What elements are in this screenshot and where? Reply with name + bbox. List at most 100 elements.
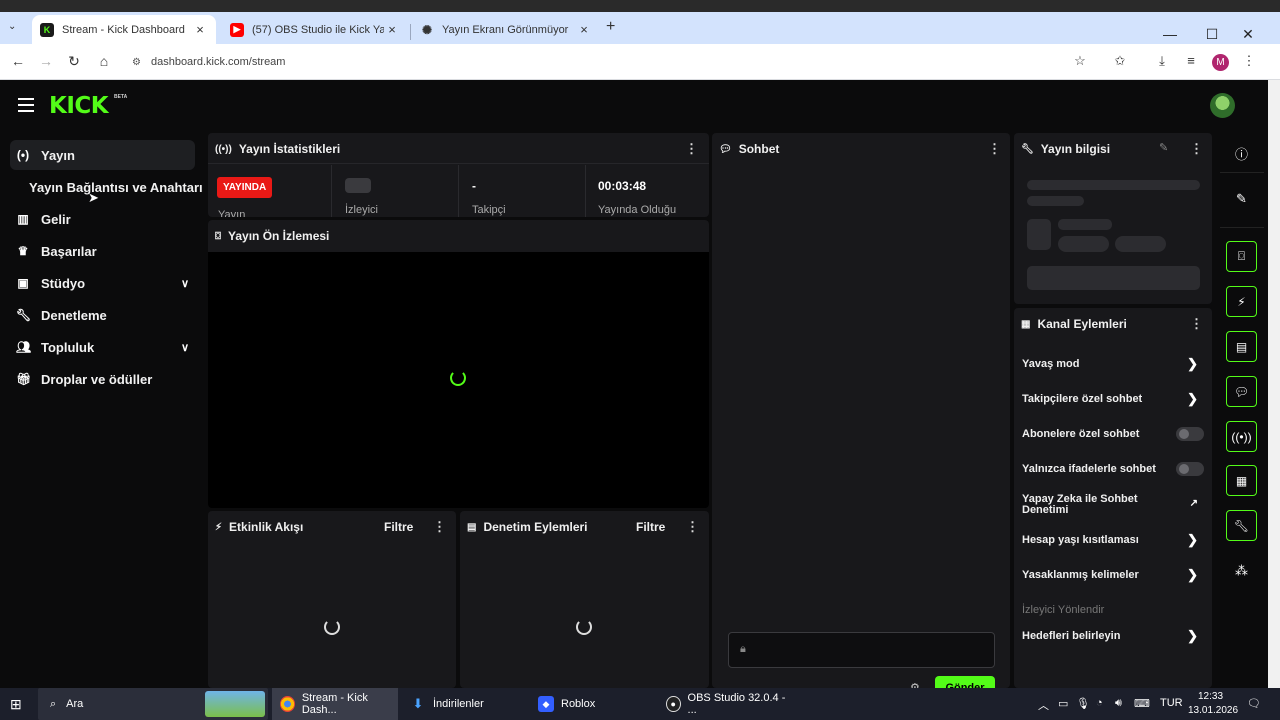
more-options-icon[interactable]: ⋮ [686,519,699,535]
tab-chatgpt[interactable]: ✺ Yayın Ekranı Görünmüyor × [412,15,600,44]
taskbar-app-roblox[interactable]: ◆ Roblox [530,688,656,720]
chat-settings-icon[interactable]: ⚙ [910,681,920,688]
reload-icon[interactable]: ↻ [64,53,84,71]
kick-logo[interactable]: KICK [49,93,109,119]
action-followers-only[interactable]: Takipçilere özel sohbet ❯ [1014,388,1212,410]
keyboard-icon[interactable]: ⌨ [1134,697,1150,710]
media-control-icon[interactable]: ≡ [1182,53,1200,71]
moderation-filter-button[interactable]: Filtre [636,520,665,534]
external-link-icon: ↗ [1189,498,1198,509]
chat-input[interactable]: 🔒︎ [728,632,995,668]
action-ai-moderation[interactable]: Yapay Zeka ile Sohbet Denetimi ↗ [1014,493,1212,521]
stream-info-panel: 🔧︎ Yayın bilgisi ✎ ⋮ [1014,133,1212,304]
action-slow-mode[interactable]: Yavaş mod ❯ [1014,353,1212,375]
chevron-down-icon[interactable]: ∨ [181,341,189,354]
stream-stats-header: ((•)) Yayın İstatistikleri [215,142,340,156]
taskbar-app-downloads[interactable]: ⬇ İndirilenler [402,688,528,720]
hamburger-menu-icon[interactable] [18,98,34,112]
volume-icon[interactable]: 🔊︎ [1115,697,1122,710]
panel-title: Yayın Ön İzlemesi [228,229,330,243]
action-raid-viewers: İzleyici Yönlendir [1014,599,1212,621]
more-options-icon[interactable]: ⋮ [1190,141,1203,157]
document-icon[interactable]: ▤ [1226,331,1257,362]
address-bar[interactable]: ⚙ dashboard.kick.com/stream [126,48,1126,76]
tab-kick-dashboard[interactable]: K Stream - Kick Dashboard × [32,15,216,44]
panel-title: Sohbet [738,142,780,156]
subscribers-only-toggle[interactable] [1176,427,1204,441]
close-tab-icon[interactable]: × [384,22,400,37]
action-label: Yasaklanmış kelimeler [1022,569,1139,581]
new-tab-button[interactable]: + [606,18,615,36]
sidebar-item-studio[interactable]: ▣ Stüdyo ∨ [10,268,195,298]
tab-youtube[interactable]: ▶ (57) OBS Studio ile Kick Yayını N × [222,15,408,44]
bubbles-icon[interactable]: ⁂ [1226,555,1257,586]
battery-icon[interactable]: ▭ [1058,697,1068,710]
windows-start-icon[interactable]: ⊞ [10,688,22,720]
browser-menu-icon[interactable]: ⋮ [1240,53,1258,71]
profile-avatar[interactable]: M [1212,54,1229,71]
action-set-goals[interactable]: Hedefleri belirleyin ❯ [1014,625,1212,647]
info-icon[interactable]: ⓘ [1226,138,1257,169]
stream-info-header: 🔧︎ Yayın bilgisi [1021,142,1110,156]
forward-icon[interactable]: → [36,53,56,71]
clock-date[interactable]: 13.01.2026 [1188,705,1238,716]
broadcast-icon[interactable]: ((•)) [1226,421,1257,452]
more-options-icon[interactable]: ⋮ [685,141,698,157]
input-language[interactable]: TUR [1160,697,1183,709]
activity-filter-button[interactable]: Filtre [384,520,413,534]
favorites-icon[interactable]: ✩ [1111,53,1129,71]
chevron-down-icon[interactable]: ∨ [181,277,189,290]
notifications-icon[interactable]: 🗨︎ [1247,697,1261,710]
taskbar-app-chrome[interactable]: Stream - Kick Dash... [272,688,398,720]
more-options-icon[interactable]: ⋮ [988,141,1001,157]
back-icon[interactable]: ← [8,53,28,71]
sidebar-item-label: Topluluk [41,339,95,355]
site-settings-icon[interactable]: ⚙ [132,57,141,68]
lightning-icon[interactable]: ⚡︎ [1226,286,1257,317]
more-options-icon[interactable]: ⋮ [433,519,446,535]
clock-time[interactable]: 12:33 [1198,691,1223,702]
tab-title: Stream - Kick Dashboard [62,23,185,36]
microphone-icon[interactable]: 🎙︎ [1076,697,1090,710]
close-tab-icon[interactable]: × [192,22,208,37]
maximize-icon[interactable]: ☐ [1198,26,1226,43]
home-icon[interactable]: ⌂ [94,53,114,71]
close-window-icon[interactable]: ✕ [1234,26,1262,43]
community-icon: 👥︎ [16,340,32,354]
chat-header: 💬︎ Sohbet [719,142,779,156]
edit-pencil-icon[interactable]: ✎ [1159,141,1168,154]
action-banned-words[interactable]: Yasaklanmış kelimeler ❯ [1014,564,1212,586]
channel-actions-panel: ▦ Kanal Eylemleri ⋮ Yavaş mod ❯ Takipçil… [1014,308,1212,688]
chevron-right-icon: ❯ [1187,567,1198,582]
stream-preview-panel: ⌼ Yayın Ön İzlemesi [208,220,709,508]
send-button[interactable]: Gönder [935,676,995,688]
preview-toggle-icon[interactable]: ⌼ [1226,241,1257,272]
channel-icon[interactable]: ▦ [1226,465,1257,496]
sidebar-item-revenue[interactable]: ▥ Gelir [10,204,195,234]
network-icon[interactable]: ◔ [1096,697,1103,709]
sidebar-item-achievements[interactable]: ♛ Başarılar [10,236,195,266]
minimize-icon[interactable]: — [1156,26,1184,42]
download-icon[interactable]: ⤓ [1153,53,1171,71]
tray-overflow-icon[interactable]: ︿ [1038,697,1049,713]
page-scrollbar[interactable] [1268,80,1280,688]
taskbar-search[interactable]: ⌕ Ara [38,688,268,720]
action-account-age[interactable]: Hesap yaşı kısıtlaması ❯ [1014,529,1212,551]
bookmark-star-icon[interactable]: ☆ [1071,53,1089,71]
sidebar-item-moderation[interactable]: 🔧︎ Denetleme [10,300,195,330]
more-options-icon[interactable]: ⋮ [1190,316,1203,332]
beta-badge: BETA [114,94,128,100]
emotes-only-toggle[interactable] [1176,462,1204,476]
user-avatar[interactable] [1210,93,1235,118]
sidebar-item-community[interactable]: 👥︎ Topluluk ∨ [10,332,195,362]
wrench-icon[interactable]: 🔧︎ [1226,510,1257,541]
sidebar-item-stream[interactable]: (•) Yayın [10,140,195,170]
sidebar-item-drops[interactable]: 🎁︎ Droplar ve ödüller [10,364,195,394]
panel-title: Yayın İstatistikleri [238,142,341,156]
tab-search-chevron-icon[interactable]: ⌄ [8,21,16,32]
chat-bubble-icon[interactable]: 💬︎ [1226,376,1257,407]
taskbar-app-obs[interactable]: ● OBS Studio 32.0.4 - ... [658,688,786,720]
edit-pencil-icon[interactable]: ✎ [1226,183,1257,214]
close-tab-icon[interactable]: × [576,22,592,37]
sidebar-item-stream-key[interactable]: Yayın Bağlantısı ve Anahtarı [22,172,208,202]
